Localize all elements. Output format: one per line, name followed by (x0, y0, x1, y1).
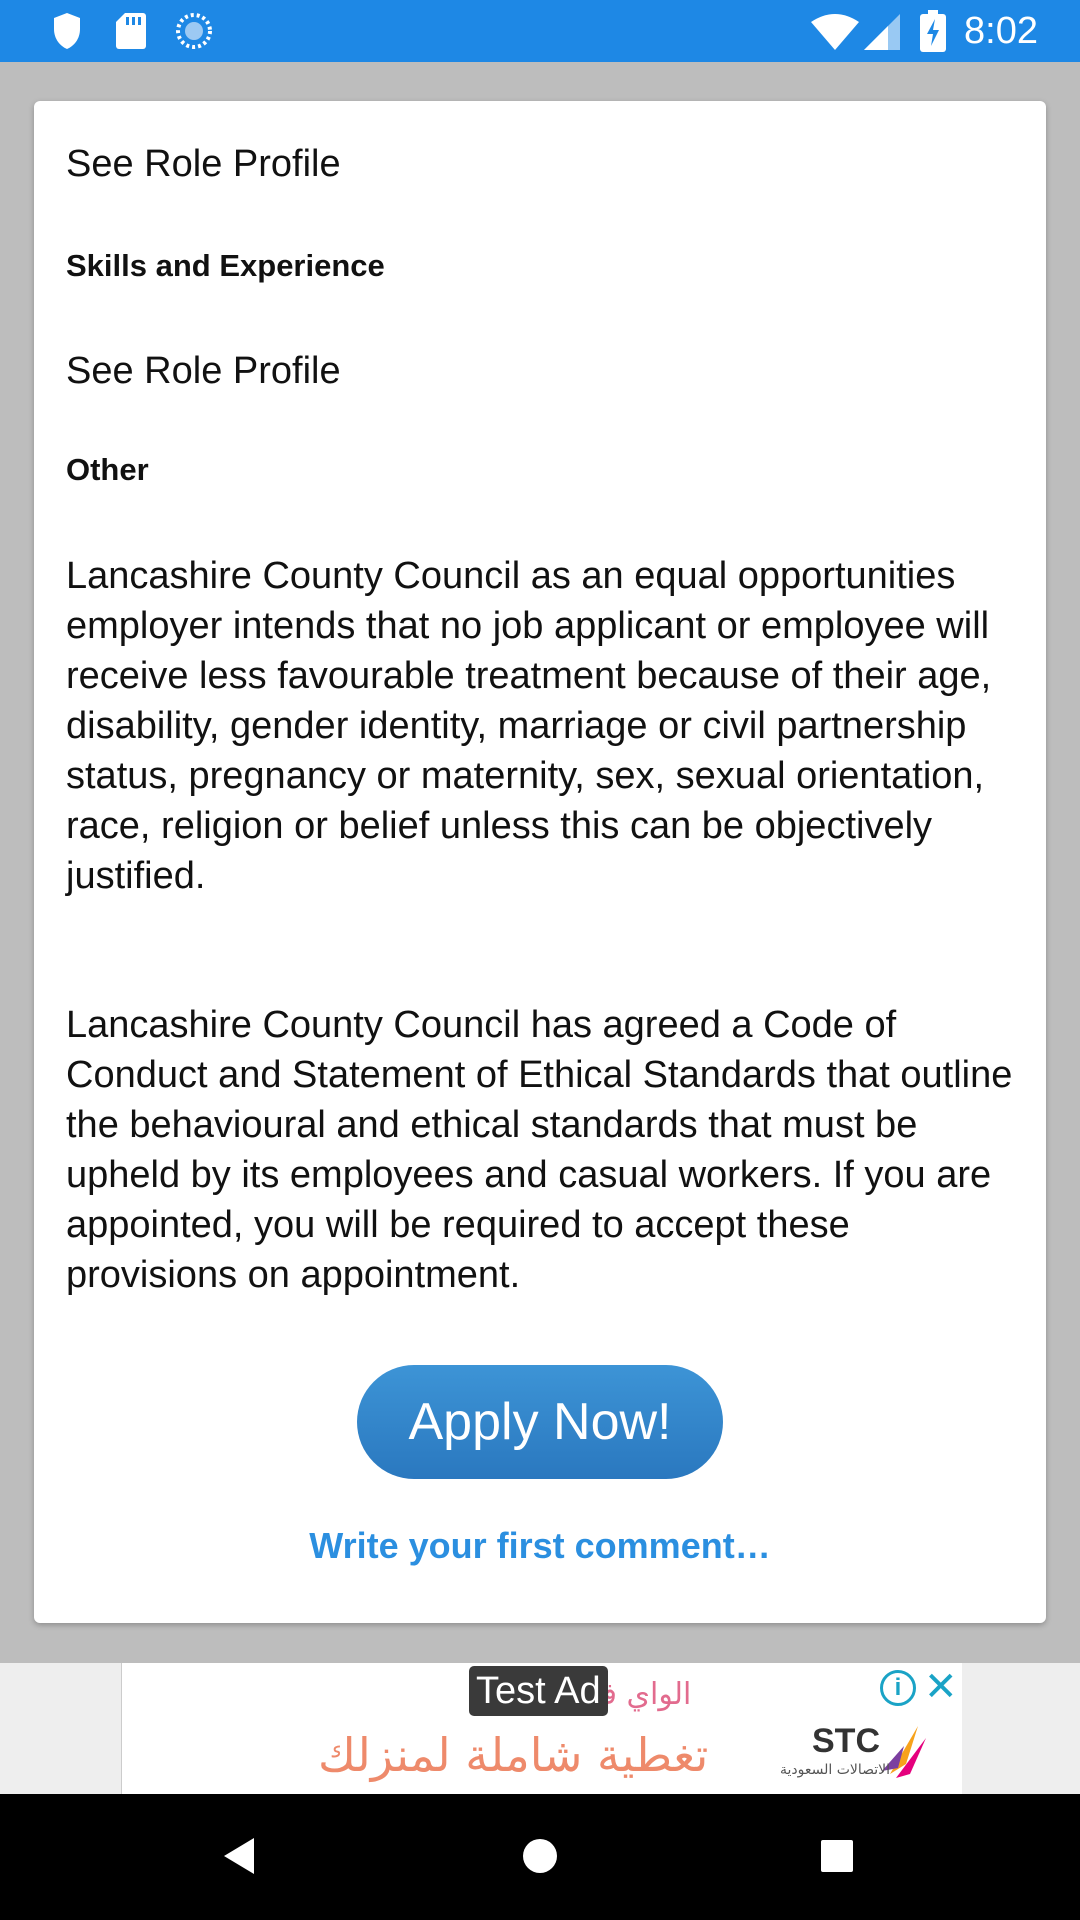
code-of-conduct-paragraph: Lancashire County Council has agreed a C… (66, 1004, 1013, 1296)
wifi-icon (811, 14, 859, 50)
battery-charging-icon (920, 10, 946, 52)
navigation-bar (0, 1794, 1080, 1920)
recents-icon[interactable] (820, 1839, 854, 1873)
close-icon[interactable]: ✕ (924, 1664, 958, 1710)
role-profile-text: See Role Profile (66, 143, 341, 185)
ad-brand-sub: الاتصالات السعودية (780, 1762, 891, 1778)
skills-heading: Skills and Experience (66, 248, 385, 283)
home-icon[interactable] (521, 1837, 559, 1875)
ad-brand: STC (812, 1722, 880, 1760)
clock: 8:02 (964, 10, 1038, 52)
back-icon[interactable] (222, 1836, 256, 1876)
signal-icon (864, 14, 900, 50)
ad-tagline: تغطية شاملة لمنزلك (318, 1728, 709, 1782)
other-heading: Other (66, 452, 149, 487)
write-comment-link[interactable]: Write your first comment… (34, 1525, 1046, 1567)
status-bar: 8:02 (0, 0, 1080, 62)
role-profile-text: See Role Profile (66, 350, 341, 392)
sd-card-icon (116, 13, 146, 49)
shield-icon (54, 13, 80, 49)
job-details-card: See Role Profile Skills and Experience S… (34, 101, 1046, 1623)
apply-now-button[interactable]: Apply Now! (357, 1365, 723, 1479)
info-icon[interactable]: i (880, 1670, 916, 1706)
sync-icon (176, 13, 212, 49)
equal-opportunities-paragraph: Lancashire County Council as an equal op… (66, 555, 992, 897)
test-ad-label: Test Ad (469, 1666, 608, 1716)
